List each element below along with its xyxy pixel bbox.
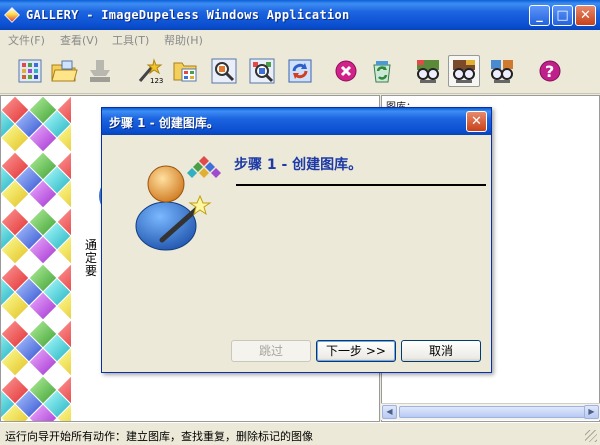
dialog-title: 步骤 1 - 创建图库。 <box>109 116 219 130</box>
skip-button: 跳过 <box>231 340 311 362</box>
svg-text:?: ? <box>545 62 554 81</box>
main-titlebar[interactable]: GALLERY - ImageDupeless Windows Applicat… <box>0 0 600 30</box>
magnify-image-icon[interactable] <box>208 55 240 87</box>
menu-tools[interactable]: 工具(T) <box>112 32 149 48</box>
dialog-titlebar[interactable]: 步骤 1 - 创建图库。 ✕ <box>102 108 491 135</box>
wizard-123-icon[interactable]: 123 <box>134 55 166 87</box>
folder-grid-icon[interactable] <box>170 55 202 87</box>
help-icon[interactable]: ? <box>534 55 566 87</box>
wizard-person-icon <box>135 156 221 251</box>
status-bar: 运行向导开始所有动作：建立图库，查找重复，删除标记的图像 <box>0 422 600 445</box>
scroll-thumb[interactable] <box>399 406 589 418</box>
maximize-button[interactable]: □ <box>552 5 573 26</box>
close-button[interactable]: ✕ <box>575 5 596 26</box>
resize-grip-icon[interactable] <box>585 430 597 442</box>
stop-icon[interactable] <box>330 55 362 87</box>
minimize-button[interactable]: _ <box>529 5 550 26</box>
scroll-left-icon[interactable]: ◀ <box>382 405 397 419</box>
menu-view[interactable]: 查看(V) <box>60 32 98 48</box>
window-title: GALLERY - ImageDupeless Windows Applicat… <box>26 8 350 22</box>
cancel-button[interactable]: 取消 <box>401 340 481 362</box>
menu-bar: 文件(F) 查看(V) 工具(T) 帮助(H) <box>0 30 600 48</box>
viewer-glasses-icon[interactable] <box>412 55 444 87</box>
scroll-right-icon[interactable]: ▶ <box>584 405 599 419</box>
app-icon <box>4 7 20 23</box>
toolbar: 123 ? <box>0 48 600 94</box>
dual-compare-icon[interactable] <box>486 55 518 87</box>
open-folder-icon[interactable] <box>48 55 80 87</box>
recycle-icon[interactable] <box>366 55 398 87</box>
svg-text:123: 123 <box>150 77 163 85</box>
step-heading: 步骤 1 - 创建图库。 <box>234 157 363 173</box>
diamond-pattern <box>1 96 71 421</box>
status-text: 运行向导开始所有动作：建立图库，查找重复，删除标记的图像 <box>5 430 313 443</box>
heading-divider <box>236 184 486 186</box>
wizard-dialog: 步骤 1 - 创建图库。 ✕ 步骤 1 - 创建图库。 跳过 下一步 >> 取消 <box>101 107 492 373</box>
magnify-grid-icon[interactable] <box>246 55 278 87</box>
disabled-stamp-icon <box>84 55 116 87</box>
menu-file[interactable]: 文件(F) <box>8 32 45 48</box>
menu-help[interactable]: 帮助(H) <box>164 32 203 48</box>
next-button[interactable]: 下一步 >> <box>316 340 396 362</box>
dialog-close-button[interactable]: ✕ <box>466 111 487 132</box>
side-text-fragment: 通定要 <box>85 238 98 278</box>
compare-glasses-icon[interactable] <box>448 55 480 87</box>
gallery-grid-icon[interactable] <box>14 55 46 87</box>
horizontal-scrollbar[interactable]: ◀ ▶ <box>381 403 600 420</box>
refresh-images-icon[interactable] <box>284 55 316 87</box>
